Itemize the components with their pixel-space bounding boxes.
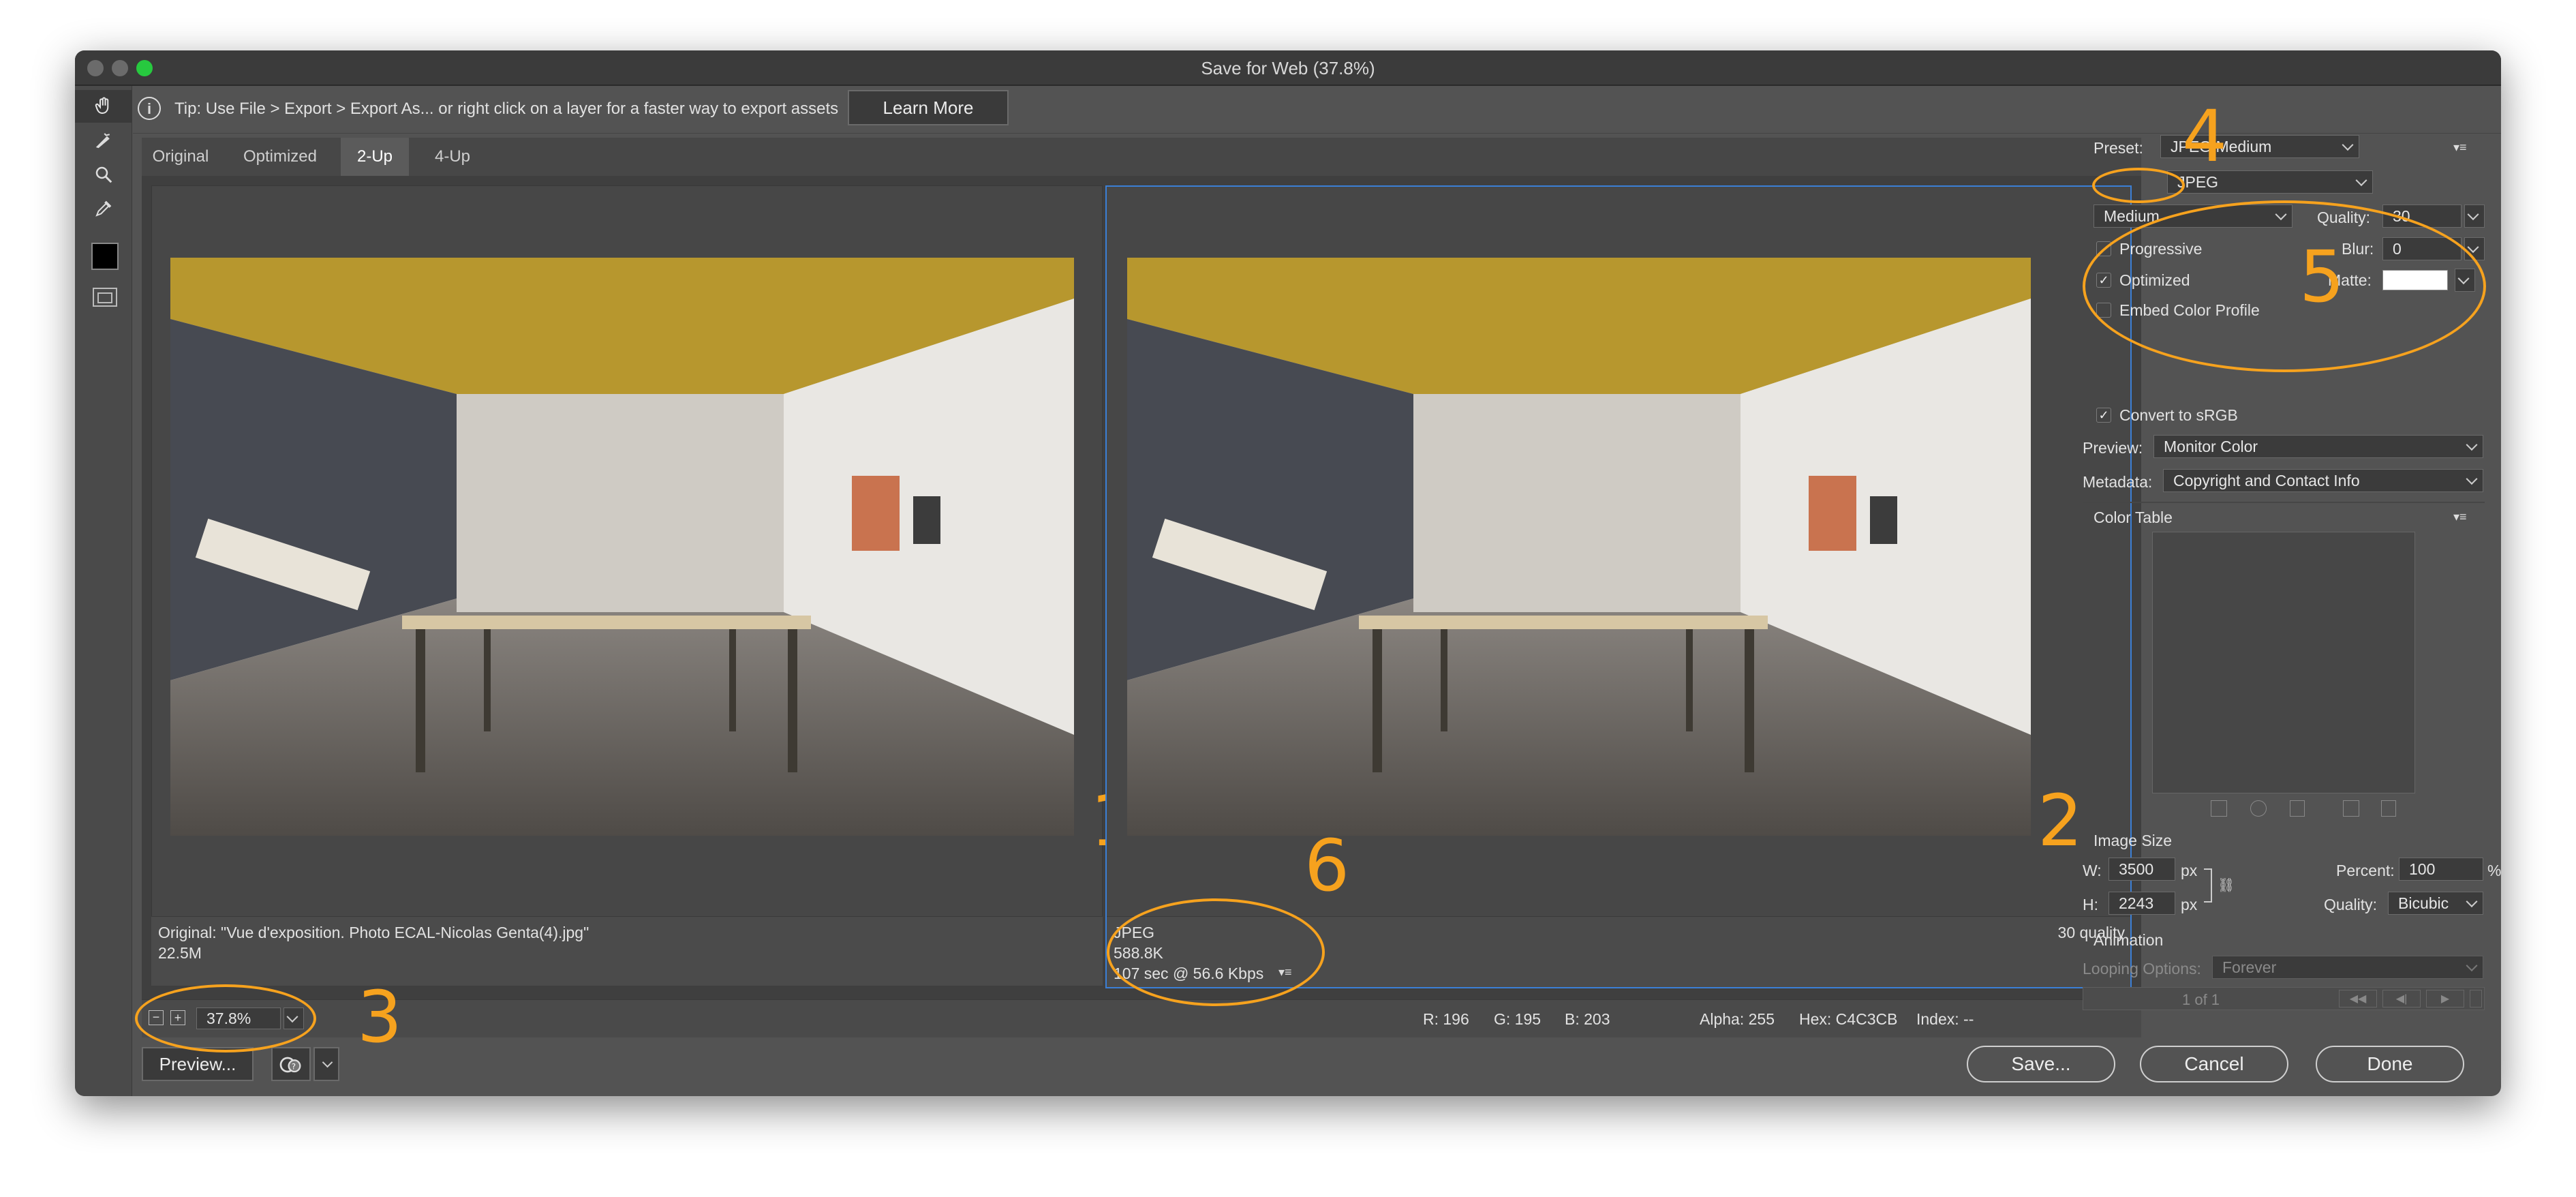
save-button[interactable]: Save... — [1967, 1046, 2115, 1082]
pane-2-marker: 2 — [2038, 779, 2083, 862]
annotation-ring-3 — [135, 984, 316, 1052]
width-input[interactable]: 3500 — [2109, 858, 2175, 881]
percent-label: Percent: — [2336, 862, 2395, 879]
original-file-size: 22.5M — [158, 944, 202, 962]
annotation-4: 4 — [2182, 95, 2228, 178]
divider — [2083, 502, 2485, 503]
color-table-label: Color Table — [2094, 509, 2173, 526]
chevron-down-icon — [2466, 439, 2478, 451]
link-icon[interactable]: ⛓ — [2218, 877, 2235, 894]
tab-2-up[interactable]: 2-Up — [341, 138, 409, 176]
annotation-6: 6 — [1304, 824, 1350, 907]
new-color-icon — [2343, 800, 2359, 817]
info-icon: i — [138, 97, 161, 120]
metadata-label: Metadata: — [2083, 473, 2153, 491]
next-frame-icon[interactable] — [2470, 990, 2482, 1007]
resample-quality-value: Bicubic — [2398, 894, 2449, 912]
chevron-down-icon — [2466, 896, 2478, 908]
original-file-name: Original: "Vue d'exposition. Photo ECAL-… — [158, 924, 589, 941]
percent-input[interactable]: 100 — [2399, 858, 2483, 881]
chevron-down-icon — [2466, 473, 2478, 485]
pixel-hex-value: Hex: C4C3CB — [1799, 1010, 1898, 1028]
tab-original[interactable]: Original — [142, 138, 219, 176]
resample-quality-label: Quality: — [2324, 896, 2377, 913]
annotation-ring-4 — [2092, 168, 2185, 203]
looping-options-select[interactable]: Forever — [2212, 956, 2483, 979]
height-unit: px — [2181, 896, 2198, 913]
eyedropper-tool-icon[interactable] — [75, 192, 132, 225]
lock-color-icon — [2290, 800, 2305, 817]
web-snap-icon — [2250, 800, 2267, 817]
pixel-green-value: G: 195 — [1494, 1010, 1542, 1028]
width-label: W: — [2083, 862, 2102, 879]
metadata-select[interactable]: Copyright and Contact Info — [2163, 469, 2483, 492]
optimize-menu-icon[interactable]: ▾≡ — [2453, 140, 2474, 154]
animation-controls-bar — [2083, 987, 2485, 1010]
annotation-5: 5 — [2299, 235, 2345, 318]
chevron-down-icon — [2466, 960, 2478, 972]
looping-options-value: Forever — [2222, 958, 2277, 976]
preview-label: Preview: — [2083, 439, 2143, 457]
looping-options-label: Looping Options: — [2083, 960, 2201, 978]
pixel-blue-value: B: 203 — [1565, 1010, 1610, 1028]
play-icon[interactable]: ▶ — [2426, 990, 2464, 1007]
pixel-red-value: R: 196 — [1423, 1010, 1469, 1028]
convert-to-srgb-checkbox[interactable]: ✓ — [2096, 408, 2111, 423]
save-for-web-dialog: Save for Web (37.8%) i Tip: Use File > E… — [75, 50, 2501, 1096]
image-size-label: Image Size — [2094, 832, 2173, 849]
height-label: H: — [2083, 896, 2098, 913]
learn-more-button[interactable]: Learn More — [848, 90, 1009, 125]
tab-optimized[interactable]: Optimized — [229, 138, 331, 176]
pixel-index-value: Index: -- — [1916, 1010, 1974, 1028]
browser-icon[interactable]: ? — [271, 1047, 311, 1081]
resample-quality-select[interactable]: Bicubic — [2388, 892, 2483, 915]
tip-text: Tip: Use File > Export > Export As... or… — [174, 100, 839, 118]
percent-value: 100 — [2409, 860, 2436, 878]
height-input[interactable]: 2243 — [2109, 892, 2175, 915]
width-unit: px — [2181, 862, 2198, 879]
metadata-value: Copyright and Contact Info — [2173, 472, 2360, 489]
preview-color-value: Monitor Color — [2164, 438, 2258, 455]
link-bracket — [2204, 868, 2212, 903]
animation-label: Animation — [2094, 931, 2164, 949]
chevron-down-icon — [2467, 209, 2479, 221]
color-table[interactable] — [2152, 532, 2415, 793]
map-to-transparent-icon — [2211, 800, 2227, 817]
toggle-slices-visibility-icon[interactable] — [93, 288, 117, 307]
height-value: 2243 — [2119, 894, 2154, 912]
preset-label: Preset: — [2094, 139, 2143, 157]
chevron-down-icon — [2355, 175, 2367, 187]
hand-tool-icon[interactable] — [75, 90, 132, 123]
color-table-menu-icon[interactable]: ▾≡ — [2453, 510, 2474, 524]
original-preview-image — [170, 258, 1074, 836]
optimized-preview-image — [1127, 258, 2031, 836]
annotation-ring-5 — [2083, 200, 2486, 372]
cancel-button[interactable]: Cancel — [2140, 1046, 2288, 1082]
pixel-alpha-value: Alpha: 255 — [1700, 1010, 1775, 1028]
first-frame-icon[interactable]: ◀◀ — [2339, 990, 2377, 1007]
width-value: 3500 — [2119, 860, 2154, 878]
eyedropper-color-swatch[interactable] — [91, 243, 119, 270]
chevron-down-icon — [322, 1057, 333, 1068]
tab-4-up[interactable]: 4-Up — [418, 138, 487, 176]
zoom-tool-icon[interactable] — [75, 158, 132, 191]
annotation-3: 3 — [357, 975, 403, 1059]
svg-text:?: ? — [292, 1062, 296, 1072]
convert-to-srgb-label: Convert to sRGB — [2119, 406, 2238, 424]
preview-color-select[interactable]: Monitor Color — [2153, 435, 2483, 458]
tool-strip — [75, 86, 132, 1096]
previous-frame-icon[interactable]: ◀| — [2382, 990, 2421, 1007]
slice-select-tool-icon[interactable] — [75, 124, 132, 157]
trash-icon — [2381, 800, 2396, 817]
chevron-down-icon — [2342, 139, 2354, 151]
done-button[interactable]: Done — [2316, 1046, 2464, 1082]
annotation-ring-6 — [1107, 898, 1325, 1006]
quality-slider-dropdown[interactable] — [2464, 204, 2485, 228]
browser-select-dropdown[interactable] — [313, 1047, 339, 1081]
frame-counter: 1 of 1 — [2182, 991, 2220, 1008]
percent-unit: % — [2487, 862, 2501, 879]
window-title: Save for Web (37.8%) — [1201, 58, 1375, 78]
